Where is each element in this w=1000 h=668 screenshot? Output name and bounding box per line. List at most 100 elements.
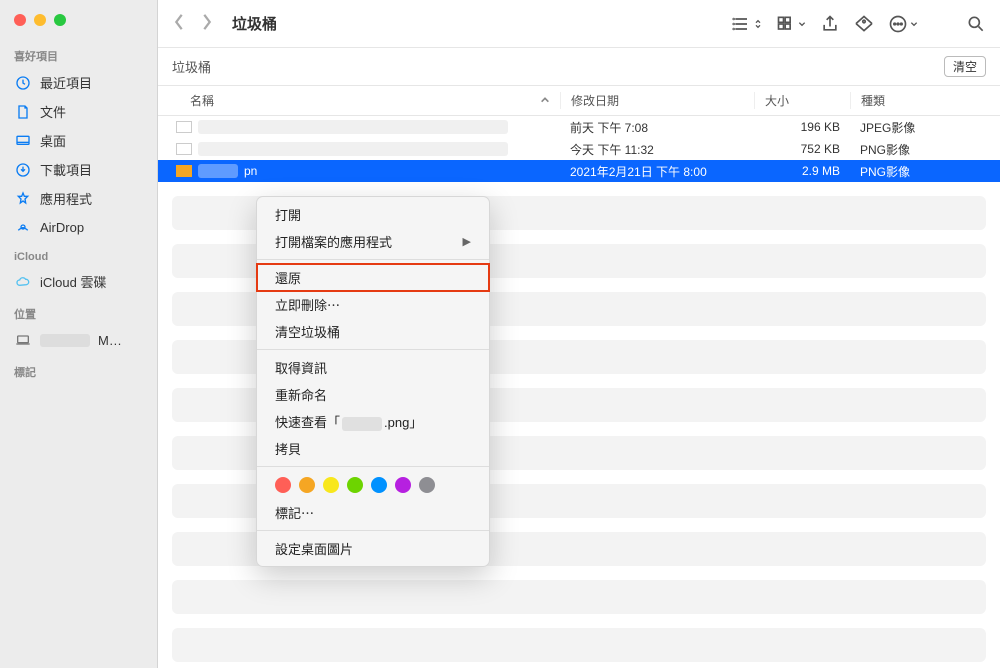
desktop-icon [14, 132, 32, 150]
window-title: 垃圾桶 [232, 13, 277, 34]
sidebar-item-label: iCloud 雲碟 [40, 272, 106, 291]
action-menu-button[interactable] [888, 14, 918, 34]
placeholder-row [172, 580, 986, 614]
file-kind: JPEG影像 [850, 119, 986, 136]
sidebar-section-favorites: 喜好項目 [0, 38, 157, 68]
sidebar-item-label: 應用程式 [40, 189, 92, 208]
clock-icon [14, 74, 32, 92]
column-header-kind[interactable]: 種類 [850, 92, 986, 109]
laptop-icon [14, 331, 32, 349]
tag-purple[interactable] [395, 477, 411, 493]
menu-item-quick-look[interactable]: 快速查看「.png」 [257, 408, 489, 435]
sidebar-item-downloads[interactable]: 下載項目 [0, 155, 157, 184]
file-date: 2021年2月21日 下午 8:00 [560, 163, 754, 180]
tag-yellow[interactable] [323, 477, 339, 493]
sidebar-item-mac[interactable]: M… [0, 326, 157, 354]
sidebar-item-documents[interactable]: 文件 [0, 97, 157, 126]
menu-item-get-info[interactable]: 取得資訊 [257, 354, 489, 381]
tag-blue[interactable] [371, 477, 387, 493]
sidebar-section-tags: 標記 [0, 354, 157, 384]
sidebar-item-desktop[interactable]: 桌面 [0, 126, 157, 155]
path-bar: 垃圾桶 清空 [158, 48, 1000, 86]
placeholder-row [172, 628, 986, 662]
sidebar-item-airdrop[interactable]: AirDrop [0, 213, 157, 241]
file-size: 2.9 MB [754, 164, 850, 178]
sidebar-item-label: AirDrop [40, 220, 84, 235]
column-header-date[interactable]: 修改日期 [560, 92, 754, 109]
forward-button[interactable] [200, 13, 214, 34]
menu-item-put-back[interactable]: 還原 [257, 264, 489, 291]
menu-item-set-desktop-picture[interactable]: 設定桌面圖片 [257, 535, 489, 562]
file-kind: PNG影像 [850, 141, 986, 158]
file-row-selected[interactable]: pn 2021年2月21日 下午 8:00 2.9 MB PNG影像 [158, 160, 1000, 182]
file-thumbnail-icon [176, 143, 192, 155]
sidebar-item-label: 最近項目 [40, 73, 92, 92]
file-size: 752 KB [754, 142, 850, 156]
redacted-filename [198, 120, 508, 134]
window-controls [0, 8, 157, 38]
file-size: 196 KB [754, 120, 850, 134]
file-date: 今天 下午 11:32 [560, 141, 754, 158]
file-kind: PNG影像 [850, 163, 986, 180]
column-header-name[interactable]: 名稱 [172, 92, 560, 109]
sidebar-item-recents[interactable]: 最近項目 [0, 68, 157, 97]
file-row[interactable]: 前天 下午 7:08 196 KB JPEG影像 [158, 116, 1000, 138]
fullscreen-window-button[interactable] [54, 14, 66, 26]
location-label: 垃圾桶 [172, 57, 211, 76]
sidebar-item-label: 文件 [40, 102, 66, 121]
download-icon [14, 161, 32, 179]
tag-red[interactable] [275, 477, 291, 493]
column-header-size[interactable]: 大小 [754, 92, 850, 109]
toolbar: 垃圾桶 [158, 0, 1000, 48]
sidebar-section-icloud: iCloud [0, 241, 157, 267]
sidebar-item-icloud-drive[interactable]: iCloud 雲碟 [0, 267, 157, 296]
sidebar-item-label: M… [98, 333, 122, 348]
menu-item-open-with[interactable]: 打開檔案的應用程式 ▶ [257, 228, 489, 255]
sidebar-item-label: 下載項目 [40, 160, 92, 179]
sidebar-item-applications[interactable]: 應用程式 [0, 184, 157, 213]
menu-item-copy[interactable]: 拷貝 [257, 435, 489, 462]
group-by-button[interactable] [776, 14, 806, 34]
sidebar: 喜好項目 最近項目 文件 桌面 下載項目 [0, 0, 158, 668]
menu-separator [257, 530, 489, 531]
redacted-filename [198, 164, 238, 178]
menu-item-empty-trash[interactable]: 清空垃圾桶 [257, 318, 489, 345]
search-button[interactable] [966, 14, 986, 34]
applications-icon [14, 190, 32, 208]
tag-orange[interactable] [299, 477, 315, 493]
file-row[interactable]: 今天 下午 11:32 752 KB PNG影像 [158, 138, 1000, 160]
back-button[interactable] [172, 13, 186, 34]
table-header: 名稱 修改日期 大小 種類 [158, 86, 1000, 116]
redacted-filename [198, 142, 508, 156]
file-list: 前天 下午 7:08 196 KB JPEG影像 今天 下午 11:32 752… [158, 116, 1000, 662]
menu-item-delete-immediately[interactable]: 立即刪除⋯ [257, 291, 489, 318]
document-icon [14, 103, 32, 121]
redacted-text [342, 417, 382, 431]
airdrop-icon [14, 218, 32, 236]
menu-separator [257, 349, 489, 350]
filename-visible-suffix: pn [244, 164, 257, 178]
context-menu: 打開 打開檔案的應用程式 ▶ 還原 立即刪除⋯ 清空垃圾桶 [256, 196, 490, 567]
main-content: 垃圾桶 [158, 0, 1000, 668]
empty-trash-button[interactable]: 清空 [944, 56, 986, 77]
file-date: 前天 下午 7:08 [560, 119, 754, 136]
tags-button[interactable] [854, 14, 874, 34]
sidebar-section-locations: 位置 [0, 296, 157, 326]
file-thumbnail-icon [176, 121, 192, 133]
file-thumbnail-icon [176, 165, 192, 177]
menu-separator [257, 259, 489, 260]
sidebar-item-label: 桌面 [40, 131, 66, 150]
minimize-window-button[interactable] [34, 14, 46, 26]
menu-item-open[interactable]: 打開 [257, 201, 489, 228]
cloud-icon [14, 273, 32, 291]
tag-gray[interactable] [419, 477, 435, 493]
view-mode-button[interactable] [732, 14, 762, 34]
share-button[interactable] [820, 14, 840, 34]
tag-green[interactable] [347, 477, 363, 493]
tag-color-picker [257, 471, 489, 499]
chevron-right-icon: ▶ [463, 235, 471, 248]
menu-item-tags[interactable]: 標記⋯ [257, 499, 489, 526]
sort-ascending-icon [540, 94, 550, 108]
menu-item-rename[interactable]: 重新命名 [257, 381, 489, 408]
close-window-button[interactable] [14, 14, 26, 26]
